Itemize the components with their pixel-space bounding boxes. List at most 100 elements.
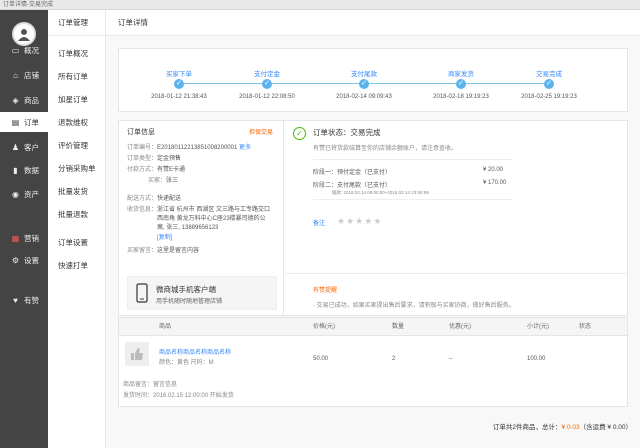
remark-label[interactable]: 备注 [313,218,325,227]
address-line: 西南角 黄龙万科中心C座23楼暴司德的公 [157,216,266,222]
check-icon: ✓ [262,79,272,89]
sidebar-item-label: 订单 [24,117,39,127]
order-status-title: 订单状态：交易完成 [313,128,381,137]
step-time: 2018-02-14 09:09:43 [336,94,392,100]
guarantee-link[interactable]: 担保交易 [249,127,273,136]
sidebar-item-label: 数据 [24,165,39,175]
star-icon: ★ [364,216,374,226]
more-link[interactable]: 更多 [239,145,251,151]
subnav-item[interactable]: 评价管理 [58,140,88,151]
subnav-item[interactable]: 批量发货 [58,186,88,197]
secondary-sidebar: 订单管理 订单概况 所有订单 加星订单 退款维权 评价管理 分销采购单 批量发货… [48,10,106,448]
product-spec: 颜色：黄色 尺码：M [159,360,214,366]
subnav-item[interactable]: 所有订单 [58,71,88,82]
star-icon: ★ [346,216,356,226]
ship-time: 2016.02.15 12:00:00 开始发货 [153,393,234,399]
mobile-app-banner[interactable]: 微商城手机客户端 用手机随时随地管理店铺 [127,276,277,310]
sidebar-item-marketing[interactable]: ▦ 营销 [0,228,48,248]
product-subtotal: 100.00 [527,356,546,362]
subnav-item[interactable]: 退款维权 [58,117,88,128]
address-line: 浙江省 杭州市 西湖区 文三路与工专路交口 [157,207,271,213]
product-price: 50.00 [313,356,329,362]
sidebar-item-orders[interactable]: ▤ 订单 [0,112,48,132]
header-qty: 数量 [392,324,405,330]
order-info-title: 订单信息 [127,129,155,136]
total-amount: ¥ 0.03 [561,424,580,431]
chart-icon: ▮ [13,165,18,175]
field-label: 商品留言： [123,382,154,388]
stage-two-label: 阶段二：支付尾款（已支付） [313,183,392,189]
product-note: 留言信息 [153,382,178,388]
sidebar-item-label: 设置 [24,255,39,265]
product-name-link[interactable]: 商品名称商品名称商品名称 [159,347,231,356]
sidebar-item-customers[interactable]: ♟ 客户 [0,137,48,157]
star-rating[interactable]: ★★★★★ [337,216,382,227]
gear-icon: ⚙ [11,255,20,265]
sidebar-item-label: 客户 [24,142,39,152]
check-icon: ✓ [359,79,369,89]
header-subtotal: 小计(元) [527,324,549,330]
sidebar-item-products[interactable]: ◈ 商品 [0,90,48,110]
user-icon: ♟ [11,142,20,152]
subnav-item[interactable]: 快速打单 [58,260,88,271]
sidebar-item-label: 店铺 [24,70,39,80]
store-icon: ⌂ [13,70,18,80]
message-row: 买家留言：这里是留言内容 [127,245,199,254]
buyer-message: 这里是留言内容 [157,248,200,254]
sidebar-item-label: 资产 [24,189,39,199]
subnav-title: 订单管理 [48,10,105,36]
check-icon: ✓ [544,79,554,89]
primary-sidebar: ▭ 概况 ⌂ 店铺 ◈ 商品 ▤ 订单 ♟ 客户 ▮ 数据 ◉ 资产 ▦ 营销 ⚙ 设置 ♥ 有赞 [0,10,48,448]
step-time: 2018-02-18 19:19:23 [433,94,489,100]
sidebar-item-data[interactable]: ▮ 数据 [0,160,48,180]
subnav-item[interactable]: 批量退款 [58,209,88,220]
order-number: E20180112213851008200001 [157,145,238,151]
product-qty: 2 [392,356,396,362]
star-icon: ★ [337,216,347,226]
step-label: 交易完成 [536,71,562,78]
sidebar-item-youzan[interactable]: ♥ 有赞 [0,290,48,310]
sidebar-item-assets[interactable]: ◉ 资产 [0,184,48,204]
thumb-up-icon [131,348,143,360]
header-price: 价格(元) [313,324,335,330]
copy-link[interactable]: [复制] [157,232,172,241]
subnav-item[interactable]: 分销采购单 [58,163,96,174]
mobile-app-title: 微商城手机客户端 [156,285,216,294]
monitor-icon: ▭ [11,45,20,55]
success-check-icon: ✓ [293,127,306,140]
sidebar-item-label: 有赞 [24,295,39,305]
stage-one-amount: ¥ 20.00 [483,167,504,173]
address-line: 寓, 张三, 13889656123 [157,225,219,231]
product-thumbnail[interactable] [125,342,149,366]
tag-icon: ◈ [12,95,19,105]
sidebar-item-settings[interactable]: ⚙ 设置 [0,250,48,270]
sidebar-item-store[interactable]: ⌂ 店铺 [0,65,48,85]
thumb-icon: ♥ [13,295,18,305]
receiver-label: 收货信息： [127,207,158,213]
field-label: 发货时间： [123,393,154,399]
order-icon: ▤ [11,117,20,127]
subnav-item[interactable]: 订单概况 [58,48,88,59]
field-label: 订单编号： [127,145,158,151]
check-icon: ✓ [456,79,466,89]
order-progress-steps: 买家下单 ✓ 2018-01-12 21:38:43 支付定金 ✓ 2018-01-12… [118,48,628,112]
step-label: 商家发货 [448,71,474,78]
sidebar-item-overview[interactable]: ▭ 概况 [0,40,48,60]
order-info-panel: 订单信息 担保交易 订单编号：E20180112213851008200001 … [119,121,284,315]
field-label: 买家留言： [127,248,158,254]
field-label: 付款方式： [127,167,158,173]
stage-two-amount: ¥ 170.00 [483,180,507,186]
order-number-row: 订单编号：E20180112213851008200001 更多 [127,142,251,151]
order-status-panel: ✓ 订单状态：交易完成 有赞已将货款结算至你的店铺余额账户，请注意查收。 阶段一… [285,121,628,315]
payment-method: 有赞E卡通 [157,167,186,173]
user-avatar-icon [18,29,30,41]
ship-time-row: 发货时间：2016.02.15 12:00:00 开始发货 [123,390,234,399]
subnav-item[interactable]: 订单设置 [58,237,88,248]
money-icon: ◉ [12,189,19,199]
mobile-app-subtitle: 用手机随时随地管理店铺 [156,299,223,305]
buyer-name: 张三 [166,178,179,184]
sidebar-item-label: 营销 [24,233,39,243]
subnav-item[interactable]: 加星订单 [58,94,88,105]
order-type: 定金预售 [157,156,182,162]
delivery-row: 配送方式：快递配送 [127,193,181,202]
